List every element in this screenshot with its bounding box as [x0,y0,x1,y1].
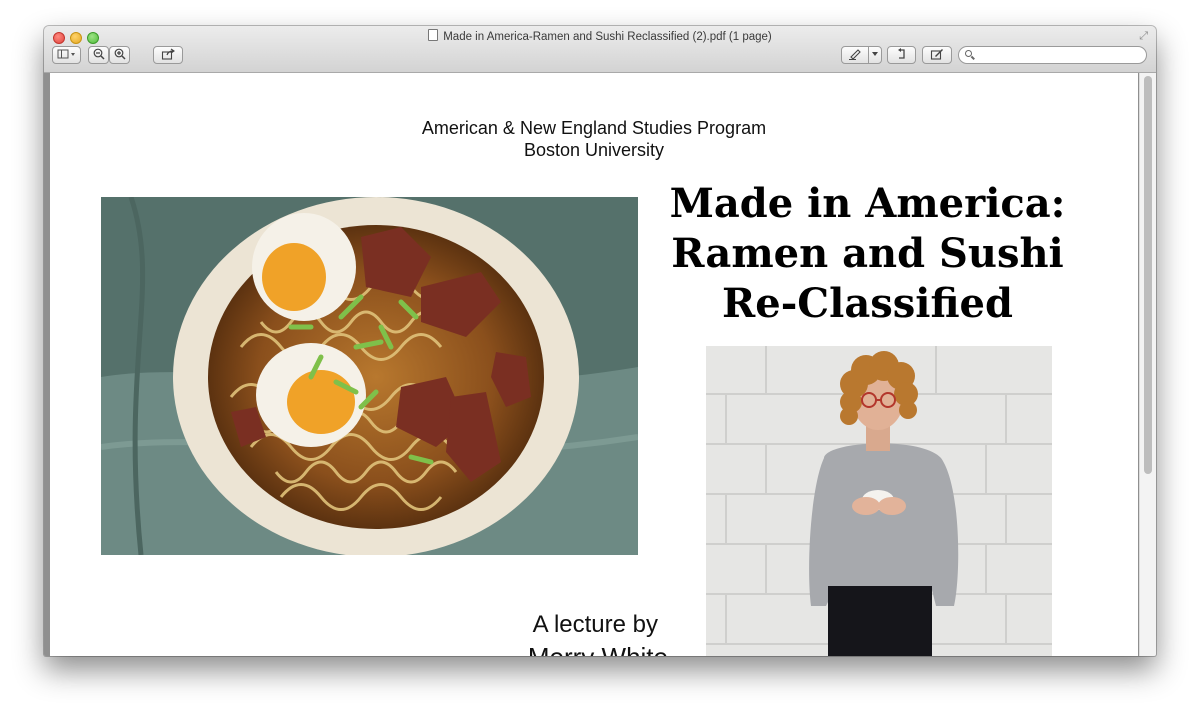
annotate-button[interactable] [841,46,869,64]
chevron-down-icon [872,52,878,56]
sidebar-view-button[interactable] [52,46,81,64]
annotate-menu-button[interactable] [868,46,882,64]
search-field[interactable] [958,46,1147,64]
rotate-icon [897,48,905,59]
sidebar-toggle-icon [57,49,75,59]
lecture-by-label: A lecture by [532,611,658,638]
scrollbar-thumb[interactable] [1144,76,1152,474]
zoom-in-icon [114,48,126,60]
fullscreen-icon[interactable]: ⤢ [1139,30,1148,43]
search-icon [965,50,972,57]
program-name: American & New England Studies Program [421,118,767,138]
rotate-button[interactable] [887,46,916,64]
markup-toolbar-button[interactable] [922,46,952,64]
speaker-illustration [706,346,1052,656]
university-name: Boston University [523,140,665,160]
title-line-1: Made in America: [669,180,1066,227]
pdf-document-icon [428,29,439,41]
title-bar: Made in America-Ramen and Sushi Reclassi… [44,26,1156,73]
highlighter-icon [849,49,861,60]
ramen-bowl-photo [101,197,638,555]
window-title: Made in America-Ramen and Sushi Reclassi… [44,29,1156,43]
speaker-portrait-photo [706,346,1052,656]
document-viewport[interactable]: American & New England Studies Program B… [44,73,1156,656]
ramen-illustration [101,197,638,555]
share-icon [161,48,175,60]
preview-window: Made in America-Ramen and Sushi Reclassi… [44,26,1156,656]
program-heading: American & New England Studies Program B… [350,117,838,161]
window-title-text: Made in America-Ramen and Sushi Reclassi… [443,31,772,43]
title-line-2: Ramen and Sushi [671,230,1064,277]
vertical-scrollbar[interactable] [1139,73,1156,656]
zoom-in-button[interactable] [109,46,130,64]
share-button[interactable] [153,46,183,64]
zoom-out-icon [93,48,105,60]
edit-toolbar-icon [930,49,943,60]
pdf-page: American & New England Studies Program B… [50,73,1138,656]
lecture-title: Made in America: Ramen and Sushi Re-Clas… [624,179,1111,329]
zoom-out-button[interactable] [88,46,109,64]
speaker-name: Merry White [448,641,668,656]
title-line-3: Re-Classified [722,280,1013,327]
